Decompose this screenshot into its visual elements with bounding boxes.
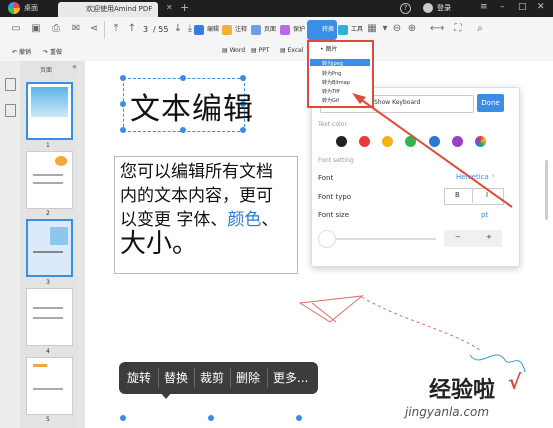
resize-handle[interactable]: [296, 415, 302, 421]
delete-menu-item[interactable]: 删除: [236, 369, 260, 386]
more-menu-item[interactable]: 更多...: [273, 369, 308, 386]
divider: [194, 368, 195, 388]
crop-menu-item[interactable]: 裁剪: [200, 369, 224, 386]
rotate-menu-item[interactable]: 旋转: [127, 369, 151, 386]
watermark-check-icon: √: [508, 370, 522, 394]
divider: [230, 368, 231, 388]
resize-handle[interactable]: [120, 415, 126, 421]
resize-handle[interactable]: [208, 415, 214, 421]
watermark-text: 经验啦: [429, 378, 496, 403]
plane-trail: [361, 296, 481, 351]
divider: [158, 368, 159, 388]
red-arrow: [355, 95, 513, 208]
context-menu-pointer: [160, 392, 172, 399]
replace-menu-item[interactable]: 替换: [164, 369, 188, 386]
watermark-url: jingyanla.com: [405, 405, 490, 419]
divider: [267, 368, 268, 388]
